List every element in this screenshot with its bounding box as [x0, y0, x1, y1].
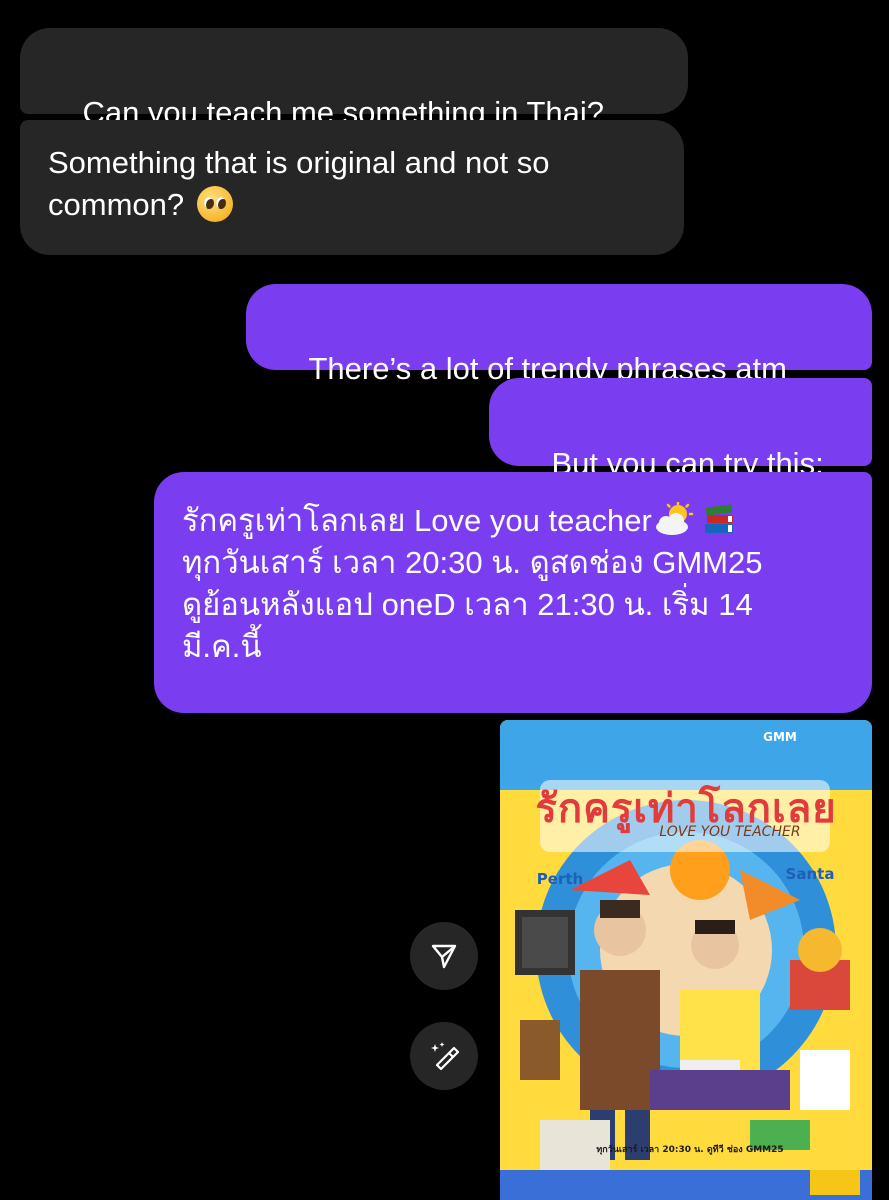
chat-thread: Can you teach me something in Thai? Some… — [0, 0, 889, 1200]
message-text-line-4: มี.ค.นี้ — [182, 629, 262, 664]
message-text-line-3: ดูย้อนหลังแอป oneD เวลา 21:30 น. เริ่ม 1… — [182, 587, 753, 622]
paper-plane-icon — [431, 944, 457, 969]
message-outgoing-2[interactable]: But you can try this: — [489, 378, 872, 481]
message-incoming-1[interactable]: Can you teach me something in Thai? — [20, 28, 688, 130]
message-outgoing-1[interactable]: There’s a lot of trendy phrases atm — [246, 284, 872, 386]
books-icon — [704, 504, 733, 533]
poster-name-right: Santa — [785, 865, 835, 883]
poster-footer: ทุกวันเสาร์ เวลา 20:30 น. ดูทีวี ช่อง GM… — [596, 1145, 784, 1155]
message-text-line-1: รักครูเท่าโลกเลย Love you teacher — [182, 503, 652, 538]
poster-name-left: Perth — [536, 870, 584, 888]
poster-brand: GMM — [763, 730, 797, 744]
pleading-face-icon — [196, 185, 233, 222]
sun-behind-cloud-icon — [655, 501, 694, 535]
poster-image[interactable]: รักครูเท่าโลกเลย LOVE YOU TEACHER Perth … — [500, 720, 872, 1200]
message-text-line-2: ทุกวันเสาร์ เวลา 20:30 น. ดูสดช่อง GMM25 — [182, 545, 763, 580]
message-incoming-2[interactable]: Something that is original and not so co… — [20, 120, 684, 255]
poster-title-english: LOVE YOU TEACHER — [659, 824, 801, 840]
message-text-line-2: common? — [48, 187, 185, 222]
message-outgoing-3[interactable]: รักครูเท่าโลกเลย Love you teacher ทุกวัน… — [154, 472, 872, 713]
message-text-line-1: Something that is original and not so — [48, 145, 550, 180]
ai-edit-button[interactable] — [410, 1022, 478, 1090]
share-button[interactable] — [410, 922, 478, 990]
magic-brush-icon — [431, 1042, 460, 1071]
